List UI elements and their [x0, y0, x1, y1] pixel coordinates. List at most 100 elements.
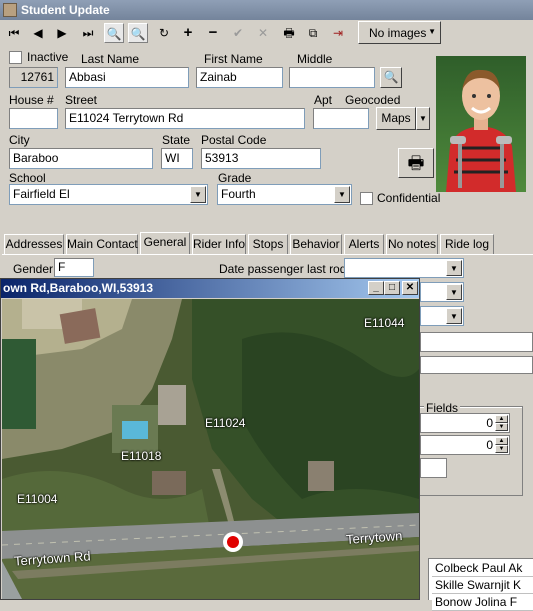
- tab-main-contact[interactable]: Main Contact: [66, 234, 138, 254]
- next-record-icon: ▶: [57, 26, 67, 40]
- general-select-2[interactable]: ▼: [420, 282, 464, 302]
- list-item-text: Bonow Jolina F: [435, 595, 518, 609]
- tab-label: Behavior: [292, 237, 340, 251]
- maps-button-label: Maps: [381, 111, 411, 125]
- grade-select[interactable]: Fourth ▼: [217, 184, 352, 205]
- tab-rider-info[interactable]: Rider Info: [192, 234, 246, 254]
- last-name-label: Last Name: [81, 52, 140, 66]
- general-select-3[interactable]: ▼: [420, 306, 464, 326]
- inactive-checkbox[interactable]: [9, 51, 22, 64]
- gender-field[interactable]: F: [54, 258, 94, 277]
- print-label-button[interactable]: 🖶: [398, 148, 434, 178]
- city-field[interactable]: Baraboo: [9, 148, 153, 169]
- tab-alerts[interactable]: Alerts: [344, 234, 384, 254]
- general-text-field-1[interactable]: [420, 332, 533, 352]
- map-address-label: E11044: [364, 316, 405, 330]
- chevron-down-icon: ▼: [428, 27, 436, 36]
- first-record-button[interactable]: ⏮: [4, 23, 24, 43]
- refresh-button[interactable]: ↻: [154, 23, 174, 43]
- date-last-rode-select[interactable]: ▼: [344, 258, 464, 278]
- postal-code-value: 53913: [205, 151, 239, 165]
- last-name-value: Abbasi: [69, 70, 106, 84]
- fields-text-field[interactable]: [420, 458, 447, 478]
- list-item[interactable]: Colbeck Paul Ak: [432, 560, 533, 577]
- images-select[interactable]: No images ▼: [358, 21, 441, 44]
- spinner-value: 0: [486, 416, 493, 430]
- chevron-down-icon: ▼: [334, 186, 350, 203]
- plus-icon: +: [183, 24, 193, 41]
- exit-button[interactable]: ⇥: [328, 23, 348, 43]
- tab-general[interactable]: General: [140, 232, 190, 254]
- delete-record-button[interactable]: −: [203, 23, 223, 43]
- checkmark-icon: ✔: [232, 26, 244, 40]
- map-popup-titlebar[interactable]: own Rd,Baraboo,WI,53913: [1, 279, 419, 298]
- student-photo: [436, 56, 526, 192]
- postal-code-field[interactable]: 53913: [201, 148, 321, 169]
- city-value: Baraboo: [13, 151, 59, 165]
- map-popup-window: own Rd,Baraboo,WI,53913 _ □ ✕ E11044 E11…: [0, 278, 420, 600]
- add-record-button[interactable]: +: [178, 23, 198, 43]
- post-button[interactable]: ✔: [228, 23, 248, 43]
- last-record-icon: ⏭: [82, 26, 94, 40]
- chevron-up-icon[interactable]: ▲: [495, 437, 508, 445]
- house-number-field[interactable]: [9, 108, 58, 129]
- refresh-icon: ↻: [158, 26, 170, 40]
- chevron-down-icon[interactable]: ▼: [495, 423, 508, 431]
- chevron-down-icon: ▼: [190, 186, 206, 203]
- find-icon: 🔍: [106, 27, 122, 41]
- tab-label: Rider Info: [193, 237, 246, 251]
- city-label: City: [9, 133, 30, 147]
- first-record-icon: ⏮: [8, 26, 20, 40]
- next-record-button[interactable]: ▶: [52, 23, 72, 43]
- search-student-button[interactable]: 🔍: [380, 67, 402, 88]
- chevron-down-icon[interactable]: ▼: [495, 445, 508, 453]
- fields-spinner-1[interactable]: 0 ▲ ▼: [420, 413, 510, 433]
- cancel-edit-button[interactable]: ✕: [253, 23, 273, 43]
- print-button[interactable]: 🖶: [279, 23, 299, 43]
- maps-button[interactable]: Maps: [376, 107, 416, 130]
- close-button[interactable]: ✕: [402, 281, 418, 295]
- chevron-up-icon[interactable]: ▲: [495, 415, 508, 423]
- tab-no-notes[interactable]: No notes: [386, 234, 438, 254]
- minus-icon: −: [208, 24, 218, 41]
- location-marker-dot: [227, 536, 239, 548]
- satellite-map[interactable]: E11044 E11024 E11018 E11004 Terrytown Rd…: [2, 299, 419, 599]
- general-text-field-2[interactable]: [420, 356, 533, 374]
- copy-button[interactable]: ⧉: [303, 23, 323, 43]
- tab-addresses[interactable]: Addresses: [4, 234, 64, 254]
- list-item[interactable]: Bonow Jolina F: [432, 594, 533, 611]
- find-next-button[interactable]: 🔍: [128, 23, 148, 43]
- tab-ride-log[interactable]: Ride log: [440, 234, 494, 254]
- close-icon: ✕: [405, 282, 415, 293]
- find-button[interactable]: 🔍: [104, 23, 124, 43]
- maps-dropdown-button[interactable]: ▼: [416, 107, 430, 130]
- tab-label: Main Contact: [67, 237, 138, 251]
- middle-name-field[interactable]: [289, 67, 375, 88]
- street-value: E11024 Terrytown Rd: [69, 111, 184, 125]
- prev-record-button[interactable]: ◀: [28, 23, 48, 43]
- maximize-button[interactable]: □: [384, 281, 400, 295]
- window-title: Student Update: [21, 3, 110, 17]
- images-select-value: No images: [369, 26, 427, 40]
- street-field[interactable]: E11024 Terrytown Rd: [65, 108, 305, 129]
- apt-field[interactable]: [313, 108, 369, 129]
- location-marker-icon[interactable]: [223, 532, 243, 552]
- first-name-field[interactable]: Zainab: [196, 67, 283, 88]
- fields-spinner-2[interactable]: 0 ▲ ▼: [420, 435, 510, 455]
- minimize-button[interactable]: _: [368, 281, 384, 295]
- house-label: House #: [9, 93, 54, 107]
- gender-label: Gender: [13, 262, 54, 276]
- last-name-field[interactable]: Abbasi: [65, 67, 189, 88]
- exit-door-icon: ⇥: [332, 26, 344, 40]
- last-record-button[interactable]: ⏭: [78, 23, 98, 43]
- window-titlebar: Student Update: [0, 0, 533, 20]
- tab-label: Addresses: [5, 237, 63, 251]
- school-select[interactable]: Fairfield El ▼: [9, 184, 208, 205]
- tab-behavior[interactable]: Behavior: [290, 234, 342, 254]
- tab-stops[interactable]: Stops: [248, 234, 288, 254]
- list-item[interactable]: Skille Swarnjit K: [432, 577, 533, 594]
- map-address-label: E11018: [121, 449, 162, 463]
- state-field[interactable]: WI: [161, 148, 193, 169]
- grade-value: Fourth: [221, 187, 256, 201]
- confidential-checkbox[interactable]: [360, 192, 373, 205]
